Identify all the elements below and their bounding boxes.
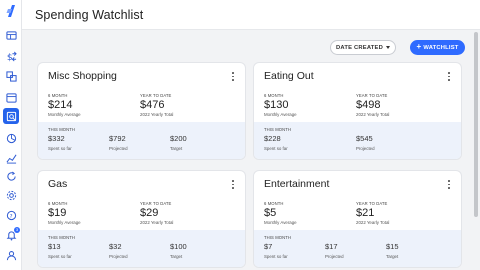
watchlist-icon[interactable] [3,108,19,124]
this-month-label: THIS MONTH [48,235,76,240]
watchlist-card[interactable]: Misc Shopping 6 MONTH $214 Monthly Avera… [38,63,245,159]
target-value: $15 [386,242,399,251]
yearly-total-label: 2022 Yearly Total [140,112,174,117]
projected-label: Projected [356,146,375,151]
more-options-icon[interactable] [447,72,451,81]
scrollbar-thumb[interactable] [474,32,478,217]
ytd-value: $29 [140,207,159,219]
spent-value: $13 [48,242,61,251]
monthly-average-value: $130 [264,99,289,111]
card-title: Entertainment [264,178,330,190]
chevron-down-icon [385,46,390,49]
this-month-panel: THIS MONTH $7 Spent so far $17 Projected… [254,230,461,267]
svg-text:$: $ [6,52,12,62]
spent-value: $7 [264,242,273,251]
monthly-average-label: Monthly Average [264,220,297,225]
notification-badge: 3 [14,227,20,233]
monthly-average-value: $214 [48,99,73,111]
avg-period-label: 6 MONTH [48,201,68,206]
monthly-average-label: Monthly Average [48,112,81,117]
add-watchlist-button[interactable]: + WATCHLIST [410,40,465,55]
yearly-total-label: 2022 Yearly Total [140,220,174,225]
trends-icon[interactable] [0,150,22,166]
this-month-panel: THIS MONTH $332 Spent so far $792 Projec… [38,122,245,159]
app-logo-icon[interactable] [4,4,18,18]
target-label: Target [170,146,183,151]
ytd-label: YEAR TO DATE [356,93,388,98]
spent-value: $332 [48,134,65,143]
projected-value: $17 [325,242,338,251]
ytd-value: $476 [140,99,165,111]
ytd-value: $21 [356,207,375,219]
target-value: $100 [170,242,187,251]
this-month-label: THIS MONTH [264,235,292,240]
spent-label: Spent so far [48,146,72,151]
help-icon[interactable]: ? [0,207,22,223]
target-value: $200 [170,134,187,143]
yearly-total-label: 2022 Yearly Total [356,220,390,225]
sort-dropdown-label: DATE CREATED [336,44,383,51]
dashboard-icon[interactable] [0,27,22,43]
page-title: Spending Watchlist [35,8,144,22]
svg-text:?: ? [9,213,12,219]
spent-label: Spent so far [48,254,72,259]
target-label: Target [170,254,183,259]
watchlist-card[interactable]: Eating Out 6 MONTH $130 Monthly Average … [254,63,461,159]
settings-icon[interactable] [0,187,22,203]
spent-value: $228 [264,134,281,143]
projected-value: $545 [356,134,373,143]
this-month-panel: THIS MONTH $13 Spent so far $32 Projecte… [38,230,245,267]
monthly-average-value: $5 [264,207,277,219]
yearly-total-label: 2022 Yearly Total [356,112,390,117]
more-options-icon[interactable] [231,180,235,189]
projected-label: Projected [109,146,128,151]
calendar-icon[interactable] [0,89,22,105]
transactions-icon[interactable]: $ [0,48,22,64]
ytd-label: YEAR TO DATE [356,201,388,206]
accounts-icon[interactable] [0,68,22,84]
top-bar: Spending Watchlist [22,0,480,30]
add-watchlist-label: WATCHLIST [423,44,459,51]
projected-value: $792 [109,134,126,143]
avg-period-label: 6 MONTH [264,93,284,98]
projected-label: Projected [109,254,128,259]
sidebar: $ ? 3 [0,0,22,270]
this-month-label: THIS MONTH [264,127,292,132]
sort-dropdown[interactable]: DATE CREATED [330,40,396,55]
monthly-average-value: $19 [48,207,67,219]
more-options-icon[interactable] [231,72,235,81]
projected-label: Projected [325,254,344,259]
more-options-icon[interactable] [447,180,451,189]
spent-label: Spent so far [264,146,288,151]
avg-period-label: 6 MONTH [264,201,284,206]
ytd-label: YEAR TO DATE [140,201,172,206]
recurring-icon[interactable] [0,168,22,184]
monthly-average-label: Monthly Average [264,112,297,117]
profile-icon[interactable] [0,247,22,263]
ytd-value: $498 [356,99,381,111]
this-month-label: THIS MONTH [48,127,76,132]
notifications-icon[interactable]: 3 [0,227,22,243]
this-month-panel: THIS MONTH $228 Spent so far $545 Projec… [254,122,461,159]
watchlist-card[interactable]: Gas 6 MONTH $19 Monthly Average YEAR TO … [38,171,245,267]
avg-period-label: 6 MONTH [48,93,68,98]
ytd-label: YEAR TO DATE [140,93,172,98]
card-title: Eating Out [264,70,314,82]
card-title: Misc Shopping [48,70,117,82]
watchlist-card[interactable]: Entertainment 6 MONTH $5 Monthly Average… [254,171,461,267]
card-title: Gas [48,178,68,190]
scrollbar[interactable] [474,30,478,270]
projected-value: $32 [109,242,122,251]
investments-icon[interactable] [0,130,22,146]
target-label: Target [386,254,399,259]
plus-icon: + [416,42,422,51]
spent-label: Spent so far [264,254,288,259]
monthly-average-label: Monthly Average [48,220,81,225]
